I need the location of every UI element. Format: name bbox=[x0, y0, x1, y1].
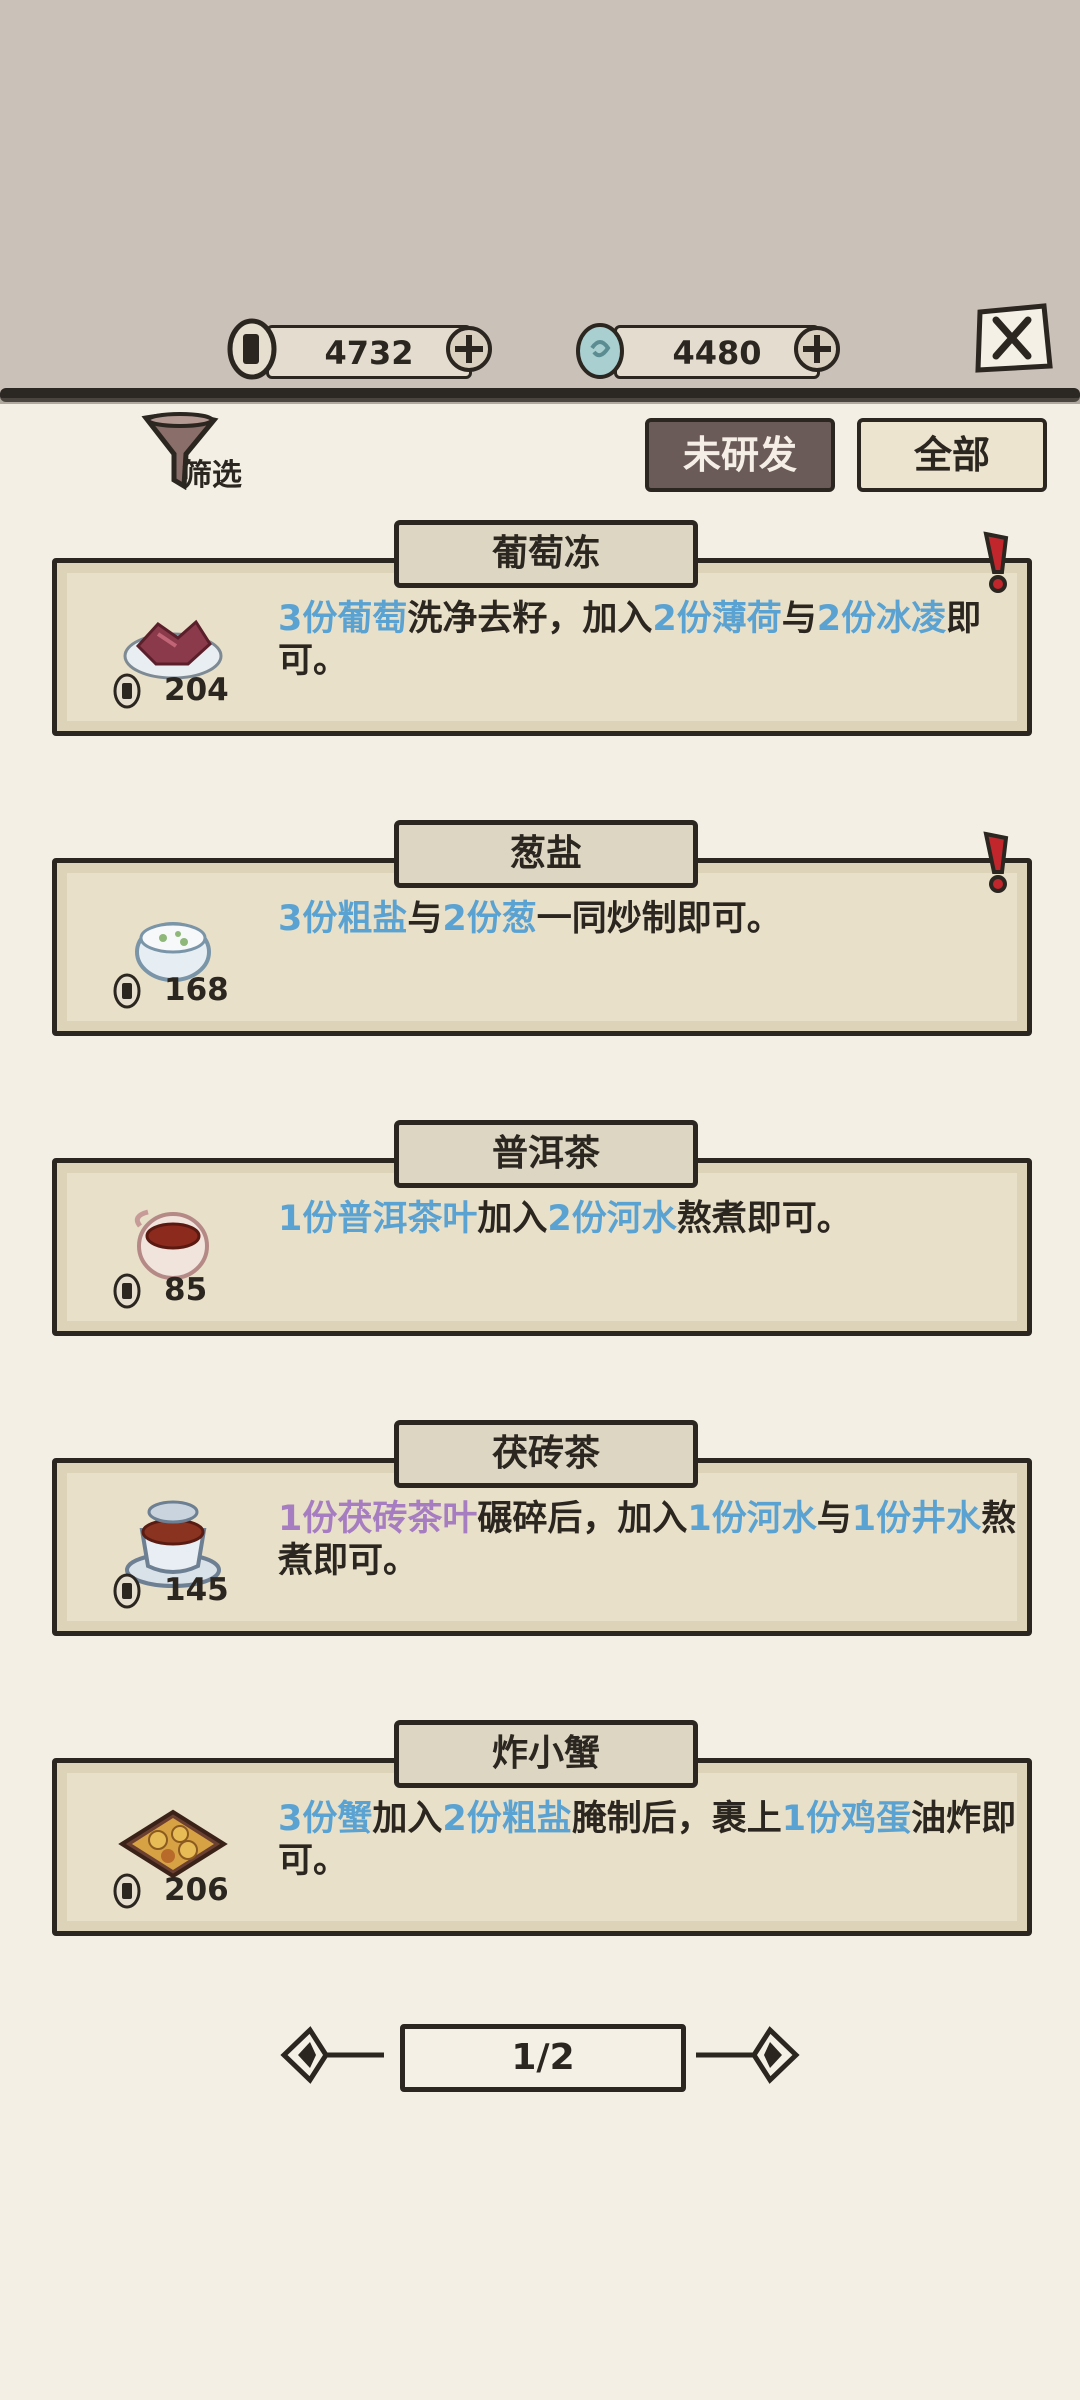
add-jade-button[interactable] bbox=[792, 324, 842, 374]
recipe-price: 204 bbox=[164, 672, 229, 708]
recipe-text: 洗净去籽，加入 bbox=[407, 599, 653, 639]
recipe-price: 168 bbox=[164, 972, 229, 1008]
recipe-text: 与 bbox=[816, 1499, 852, 1539]
recipe-text: 碾碎后，加入 bbox=[477, 1499, 688, 1539]
recipe-card[interactable]: 普洱茶 85 1份普洱茶叶加入2份河水熬煮即可。 bbox=[52, 1120, 1032, 1336]
recipe-title: 茯砖茶 bbox=[394, 1420, 698, 1488]
add-coins-button[interactable] bbox=[444, 324, 494, 374]
recipe-instructions: 1份普洱茶叶加入2份河水熬煮即可。 bbox=[278, 1198, 1018, 1240]
recipe-instructions: 3份葡萄洗净去籽，加入2份薄荷与2份冰凌即可。 bbox=[278, 598, 1018, 682]
recipe-price: 85 bbox=[164, 1272, 208, 1308]
ingredient-highlight: 3份蟹 bbox=[278, 1799, 373, 1839]
jade-amount: 4480 bbox=[672, 334, 762, 372]
ingredient-highlight: 3份粗盐 bbox=[278, 899, 408, 939]
ingredient-highlight: 1份鸡蛋 bbox=[781, 1799, 912, 1839]
filter-label: 筛选 bbox=[182, 458, 242, 493]
pagination: 1/2 bbox=[0, 2010, 1080, 2100]
recipe-title: 葱盐 bbox=[394, 820, 698, 888]
recipe-instructions: 3份粗盐与2份葱一同炒制即可。 bbox=[278, 898, 1018, 940]
coin-icon bbox=[113, 673, 141, 709]
banner-ink-shadow bbox=[0, 398, 1080, 404]
coin-icon bbox=[113, 973, 141, 1009]
recipe-card[interactable]: 葡萄冻 204 3份葡萄洗净去籽，加入2份薄荷与2份冰凌即可。 bbox=[52, 520, 1032, 736]
coin-icon bbox=[113, 1573, 141, 1609]
ingredient-highlight: 1份茯砖茶叶 bbox=[278, 1499, 478, 1539]
coin-icon bbox=[113, 1873, 141, 1909]
coin-icon bbox=[113, 1273, 141, 1309]
ingredient-highlight: 2份薄荷 bbox=[652, 599, 782, 639]
recipe-text: 熬煮即可。 bbox=[676, 1199, 852, 1239]
recipe-card[interactable]: 茯砖茶 145 1份茯砖茶叶碾碎后，加入1份河水与1份井水熬煮即可。 bbox=[52, 1420, 1032, 1636]
recipe-text: 腌制后，裹上 bbox=[571, 1799, 782, 1839]
jade-gem-icon bbox=[576, 323, 624, 379]
recipe-text: 加入 bbox=[372, 1799, 443, 1839]
filter-button[interactable]: 筛选 bbox=[140, 410, 270, 493]
ingredient-highlight: 2份河水 bbox=[547, 1199, 677, 1239]
ingredient-highlight: 1份河水 bbox=[687, 1499, 817, 1539]
tab-unresearched[interactable]: 未研发 bbox=[645, 418, 835, 492]
recipe-text: 一同炒制即可。 bbox=[536, 899, 782, 939]
recipe-text: 与 bbox=[781, 599, 817, 639]
coin-icon bbox=[227, 318, 277, 380]
recipe-instructions: 3份蟹加入2份粗盐腌制后，裹上1份鸡蛋油炸即可。 bbox=[278, 1798, 1018, 1882]
recipe-card[interactable]: 葱盐 168 3份粗盐与2份葱一同炒制即可。 bbox=[52, 820, 1032, 1036]
close-button[interactable] bbox=[970, 300, 1054, 376]
ingredient-highlight: 3份葡萄 bbox=[278, 599, 408, 639]
next-page-button[interactable] bbox=[694, 2020, 804, 2090]
recipe-title: 普洱茶 bbox=[394, 1120, 698, 1188]
recipe-title: 葡萄冻 bbox=[394, 520, 698, 588]
new-alert-icon bbox=[983, 531, 1009, 593]
recipe-text: 与 bbox=[407, 899, 443, 939]
ingredient-highlight: 2份冰凌 bbox=[816, 599, 947, 639]
prev-page-button[interactable] bbox=[276, 2020, 386, 2090]
recipe-card[interactable]: 炸小蟹 206 3份蟹加入2份粗盐腌制后，裹上1份鸡蛋油炸即可。 bbox=[52, 1720, 1032, 1936]
recipe-price: 206 bbox=[164, 1872, 229, 1908]
coin-amount: 4732 bbox=[324, 334, 414, 372]
tab-all[interactable]: 全部 bbox=[857, 418, 1047, 492]
page-indicator: 1/2 bbox=[400, 2024, 686, 2092]
ingredient-highlight: 2份粗盐 bbox=[442, 1799, 572, 1839]
recipe-instructions: 1份茯砖茶叶碾碎后，加入1份河水与1份井水熬煮即可。 bbox=[278, 1498, 1018, 1582]
ingredient-highlight: 1份普洱茶叶 bbox=[278, 1199, 478, 1239]
top-banner bbox=[0, 0, 1080, 395]
jade-bar: 4480 bbox=[614, 325, 820, 379]
recipe-text: 加入 bbox=[477, 1199, 548, 1239]
new-alert-icon bbox=[983, 831, 1009, 893]
recipe-title: 炸小蟹 bbox=[394, 1720, 698, 1788]
coin-bar: 4732 bbox=[266, 325, 472, 379]
recipe-price: 145 bbox=[164, 1572, 229, 1608]
ingredient-highlight: 2份葱 bbox=[442, 899, 537, 939]
ingredient-highlight: 1份井水 bbox=[851, 1499, 982, 1539]
